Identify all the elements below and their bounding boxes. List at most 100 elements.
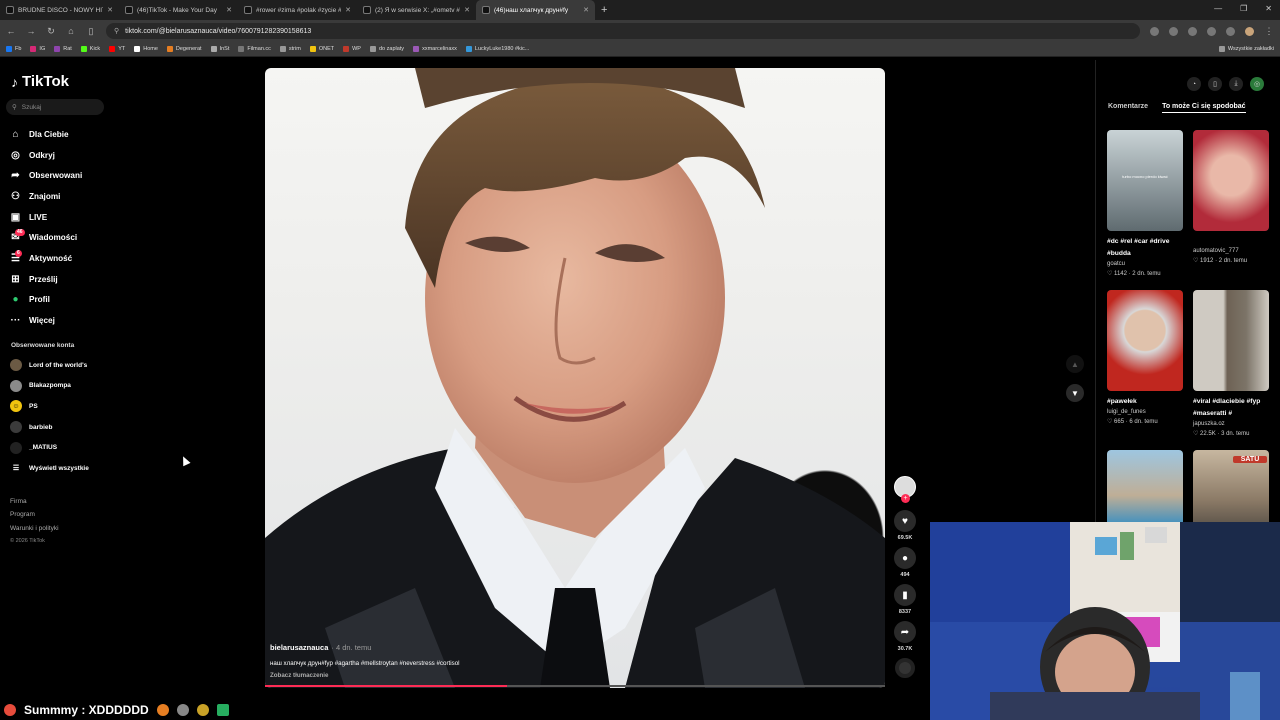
copyright: © 2026 TikTok — [10, 537, 45, 544]
followed-account[interactable]: Lord of the world's — [10, 355, 150, 376]
sidebar-toggle-icon[interactable]: ▯ — [86, 26, 96, 37]
bookmark-item[interactable]: xxmarcelinaxx — [413, 46, 457, 52]
footer-link[interactable]: Program — [10, 508, 59, 521]
footer-link[interactable]: Warunki i polityki — [10, 522, 59, 535]
see-translation-link[interactable]: Zobacz tłumaczenie — [270, 672, 328, 679]
maximize-icon[interactable]: ❐ — [1240, 4, 1247, 13]
share-button[interactable]: ➦ — [894, 621, 916, 643]
sidebar-item-profil[interactable]: ● Profil — [10, 290, 130, 311]
footer-link[interactable]: Firma — [10, 495, 59, 508]
comment-button[interactable]: ● — [894, 547, 916, 569]
bookmark-item[interactable]: Rat — [54, 46, 72, 52]
bookmark-item[interactable]: Kick — [80, 46, 100, 52]
tiktok-logo[interactable]: ♪ TikTok — [11, 73, 69, 90]
sidebar-item-aktywnosc[interactable]: ☰ 6 Aktywność — [10, 248, 130, 269]
sidebar-item-odkryj[interactable]: ◎ Odkryj — [10, 145, 130, 166]
close-tab-icon[interactable]: ✕ — [464, 6, 470, 14]
extension-icon[interactable] — [1150, 26, 1159, 36]
followed-accounts-title: Obserwowane konta — [11, 342, 75, 349]
sidebar-item-znajomi[interactable]: ⚇ Znajomi — [10, 186, 130, 207]
tab-comments[interactable]: Komentarze — [1108, 103, 1148, 113]
recommended-video-card[interactable]: automatovic_777 ♡ 1912 · 2 dn. temu — [1193, 130, 1269, 266]
bookmark-item[interactable]: ONET — [309, 46, 334, 52]
video-actions: + ♥ 69.5K ● 494 ▮ 8337 ➦ 30.7K — [892, 476, 918, 678]
followed-account[interactable]: Blakazpompa — [10, 376, 150, 397]
avatar — [10, 441, 22, 454]
save-button[interactable]: ▮ — [894, 584, 916, 606]
bookmark-item[interactable]: WP — [343, 46, 361, 52]
home-icon[interactable]: ⌂ — [66, 26, 76, 36]
back-icon[interactable]: ← — [6, 26, 16, 36]
tab-favicon-icon — [363, 6, 371, 14]
followed-account[interactable]: _MATIUS — [10, 437, 150, 458]
browser-tab-active[interactable]: (46)наш хлапчук друн#fy ✕ — [476, 0, 595, 20]
creator-avatar[interactable]: + — [894, 476, 916, 503]
music-disc-icon[interactable] — [895, 658, 915, 678]
browser-tab[interactable]: #rower #zima #polak #zycie # ✕ — [238, 0, 357, 20]
bookmark-icon — [166, 46, 173, 52]
bookmark-item[interactable]: Degenerat — [166, 46, 202, 52]
sidebar-item-przeslij[interactable]: ⊞ Prześlij — [10, 269, 130, 290]
bookmark-item[interactable]: Filman.cc — [238, 46, 271, 52]
extension-icon[interactable] — [1188, 26, 1197, 36]
site-info-icon[interactable]: ⚲ — [114, 27, 119, 35]
bookmark-item[interactable]: InSt — [210, 46, 229, 52]
like-button[interactable]: ♥ — [894, 510, 916, 532]
download-icon[interactable] — [1226, 26, 1235, 36]
all-bookmarks[interactable]: Wszystkie zakładki — [1218, 46, 1274, 52]
browser-tab[interactable]: (2) Я w serwisie X: „#ometv #r ✕ — [357, 0, 476, 20]
video-author[interactable]: bielarusaznauca · 4 dn. temu — [270, 643, 371, 652]
phone-icon[interactable]: ▯ — [1208, 77, 1222, 91]
heart-icon — [4, 704, 16, 716]
recommended-video-card[interactable]: #viral #dlaciebie #fyp #maseratti # japu… — [1193, 290, 1269, 439]
close-window-icon[interactable]: ✕ — [1265, 4, 1272, 13]
menu-icon[interactable]: ⋮ — [1264, 26, 1274, 37]
sidebar-item-wiadomosci[interactable]: ✉ 46 Wiadomości — [10, 227, 130, 248]
previous-video-button[interactable]: ▲ — [1066, 355, 1084, 373]
next-video-button[interactable]: ▼ — [1066, 384, 1084, 402]
search-input[interactable] — [21, 103, 92, 111]
recommended-video-card[interactable]: turbo mocno pierdo kiwać #dc #rel #car #… — [1107, 130, 1183, 279]
recommended-video-card[interactable]: #pawełek luigi_de_funes ♡ 665 · 6 dn. te… — [1107, 290, 1183, 427]
bookmark-item[interactable]: do zaplaty — [369, 46, 404, 52]
search-box[interactable]: ⚲ — [6, 99, 104, 115]
sidebar-item-dla-ciebie[interactable]: ⌂ Dla Ciebie — [10, 124, 130, 145]
bookmark-item[interactable]: LuckyLuke1980 #kic... — [465, 46, 529, 52]
bookmark-item[interactable]: Home — [134, 46, 158, 52]
close-tab-icon[interactable]: ✕ — [345, 6, 351, 14]
profile-avatar[interactable]: ◎ — [1250, 77, 1264, 91]
followed-account[interactable]: barbieb — [10, 417, 150, 438]
browser-tab[interactable]: (46)TikTok - Make Your Day ✕ — [119, 0, 238, 20]
close-tab-icon[interactable]: ✕ — [107, 6, 113, 14]
tab-recommended[interactable]: To może Ci się spodobać — [1162, 103, 1246, 113]
sidebar-item-live[interactable]: ▣ LIVE — [10, 207, 130, 228]
comment-icon: ● — [901, 552, 909, 564]
browser-tab[interactable]: BRUDNE DISCO - NOWY HIT Z ✕ — [0, 0, 119, 20]
sidebar-item-obserwowani[interactable]: ➦ Obserwowani — [10, 165, 130, 186]
gauge-icon[interactable]: ◔ — [1187, 77, 1201, 91]
minimize-icon[interactable]: — — [1214, 4, 1222, 13]
sidebar-footer: Firma Program Warunki i polityki © 2026 … — [10, 495, 59, 548]
bookmark-item[interactable]: YT — [109, 46, 125, 52]
profile-avatar[interactable] — [1245, 26, 1254, 36]
download-icon[interactable]: ⤓ — [1229, 77, 1243, 91]
reload-icon[interactable]: ↻ — [46, 26, 56, 37]
close-tab-icon[interactable]: ✕ — [226, 6, 232, 14]
close-tab-icon[interactable]: ✕ — [583, 6, 589, 14]
followed-account[interactable]: ☺ PS — [10, 396, 150, 417]
upload-icon: ⊞ — [11, 273, 20, 285]
forward-icon[interactable]: → — [26, 26, 36, 36]
bookmark-star-icon[interactable] — [1169, 26, 1178, 36]
video-progress-bar[interactable] — [265, 685, 885, 687]
extension-icon[interactable] — [1207, 26, 1216, 36]
follow-plus-icon[interactable]: + — [901, 494, 910, 503]
bookmark-item[interactable]: strim — [279, 46, 301, 52]
bookmark-item[interactable]: Fb — [6, 46, 21, 52]
video-player[interactable] — [265, 68, 885, 688]
new-tab-icon[interactable]: + — [601, 4, 607, 16]
url-field[interactable]: ⚲ tiktok.com/@bielarusaznauca/video/7600… — [106, 23, 1140, 39]
bookmark-item[interactable]: IG — [30, 46, 45, 52]
avatar — [10, 359, 22, 372]
sidebar-item-wiecej[interactable]: ··· Więcej — [10, 310, 130, 331]
show-all-link[interactable]: ☰ Wyświetl wszystkie — [10, 458, 150, 479]
